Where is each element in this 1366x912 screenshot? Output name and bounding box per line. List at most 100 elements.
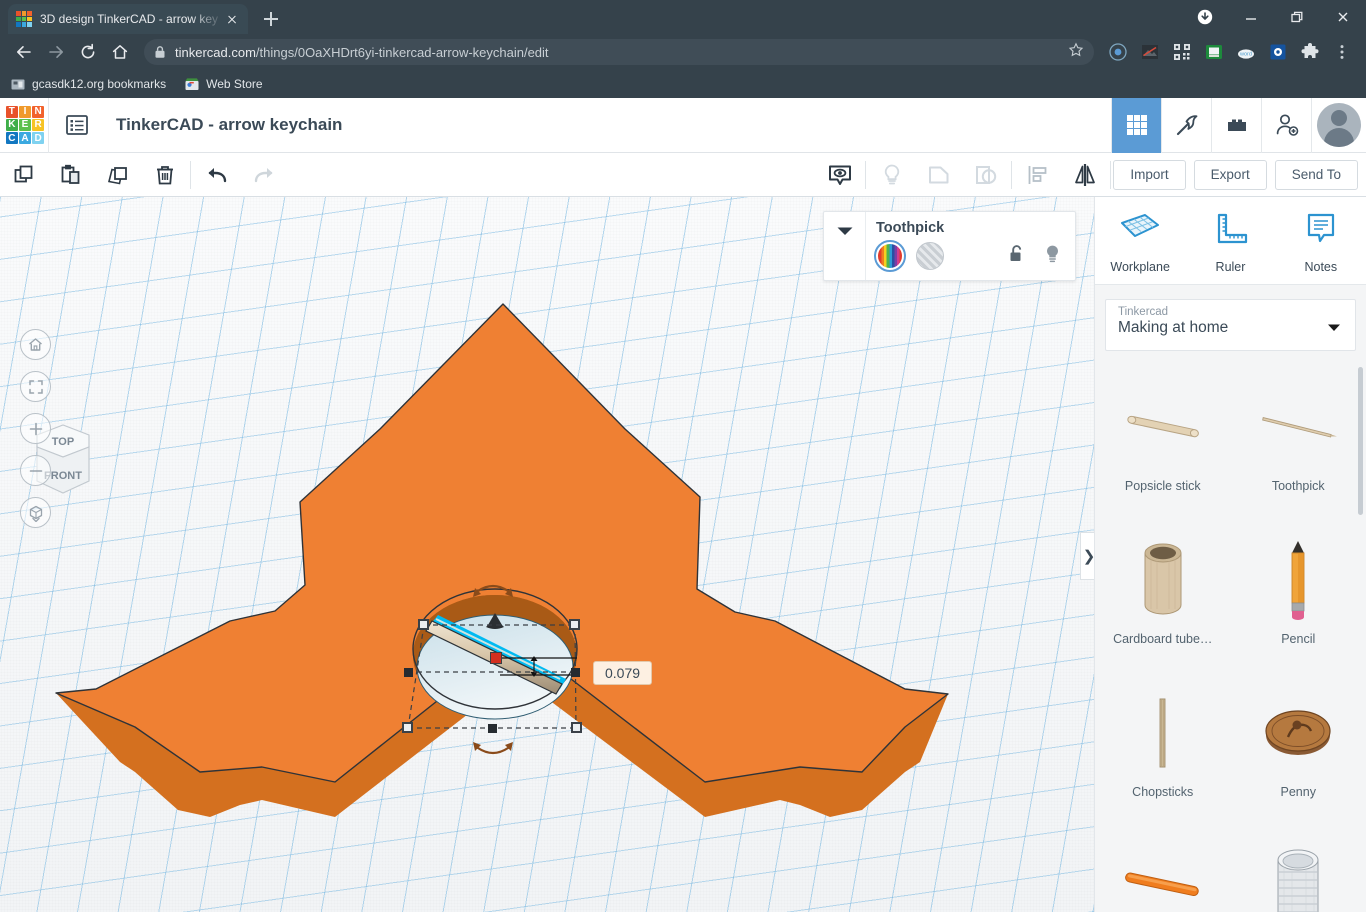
scale-handle[interactable] (402, 722, 413, 733)
maximize-icon[interactable] (1274, 0, 1320, 34)
cardboard-tube-thumb (1115, 532, 1211, 628)
delete-trash-icon[interactable] (141, 153, 188, 197)
import-button[interactable]: Import (1113, 159, 1186, 190)
download-icon[interactable] (1182, 0, 1228, 34)
record-icon[interactable] (1105, 39, 1131, 65)
logo-cell: A (19, 132, 31, 144)
sidebar-tool-ruler[interactable]: Ruler (1185, 211, 1275, 274)
three-dot-menu-icon[interactable] (1329, 39, 1355, 65)
new-tab-button[interactable] (258, 6, 284, 32)
sidebar-tool-workplane[interactable]: Workplane (1095, 211, 1185, 274)
library-item-label: Cardboard tube… (1113, 632, 1213, 646)
back-icon[interactable] (8, 36, 40, 68)
send-to-button[interactable]: Send To (1274, 159, 1358, 190)
puzzle-piece-icon[interactable] (1297, 39, 1323, 65)
tinkercad-logo[interactable]: T I N K E R C A D (2, 102, 48, 148)
add-user-icon[interactable] (1261, 97, 1311, 153)
hole-swatch[interactable] (916, 242, 944, 270)
chevron-down-icon[interactable] (824, 212, 866, 280)
solid-color-swatch[interactable] (874, 240, 906, 272)
edge-handle[interactable] (404, 668, 413, 677)
copy-icon[interactable] (0, 153, 47, 197)
close-tab-icon[interactable] (224, 11, 240, 27)
edge-handle[interactable] (571, 668, 580, 677)
library-row: Chopsticks Penny (1095, 667, 1366, 820)
tin-can-thumb (1250, 838, 1346, 912)
browser-tab-title: 3D design TinkerCAD - arrow key (40, 12, 219, 26)
save-page-icon[interactable] (1201, 39, 1227, 65)
logo-cell: N (32, 106, 44, 118)
bookmark-item-gcasdk12[interactable]: gcasdk12.org bookmarks (10, 76, 166, 92)
show-hide-eye-icon[interactable] (816, 153, 863, 197)
library-item-popsicle-stick[interactable]: Popsicle stick (1095, 361, 1231, 514)
zoom-in-icon[interactable] (20, 413, 51, 444)
grammar-icon[interactable] (1265, 39, 1291, 65)
home-icon[interactable] (104, 36, 136, 68)
tinkercad-favicon (16, 11, 32, 27)
bookmark-item-web-store[interactable]: Web Store (184, 76, 263, 92)
home-view-icon[interactable] (20, 329, 51, 360)
lego-brick-icon[interactable] (1211, 97, 1261, 153)
sidebar-scrollbar[interactable] (1358, 367, 1363, 515)
chrome-webstore-icon (184, 76, 200, 92)
shapes-library-grid[interactable]: Popsicle stick Toothpick Cardboard tube… (1095, 355, 1366, 912)
bookmark-label: gcasdk12.org bookmarks (32, 77, 167, 91)
close-icon[interactable] (1320, 0, 1366, 34)
library-item-cardboard-tube[interactable]: Cardboard tube… (1095, 514, 1231, 667)
library-item-toothpick[interactable]: Toothpick (1231, 361, 1366, 514)
address-bar[interactable]: tinkercad.com/things/0OaXHDrt6yi-tinkerc… (144, 39, 1094, 65)
scale-handle[interactable] (571, 722, 582, 733)
minimize-icon[interactable] (1228, 0, 1274, 34)
sidebar-tool-notes[interactable]: Notes (1276, 211, 1366, 274)
chopsticks-thumb (1115, 685, 1211, 781)
unlocked-padlock-icon[interactable] (1009, 244, 1026, 268)
forward-icon[interactable] (40, 36, 72, 68)
library-item-penny[interactable]: Penny (1231, 667, 1366, 820)
notes-icon (1300, 211, 1342, 254)
scale-handle[interactable] (418, 619, 429, 630)
avatar[interactable] (1311, 97, 1366, 153)
sidebar-tool-label: Ruler (1215, 260, 1246, 274)
align-icon[interactable] (1014, 153, 1061, 197)
fit-to-view-icon[interactable] (20, 371, 51, 402)
view-cube-top-label: TOP (52, 436, 74, 448)
workplane-viewport[interactable]: 0.079 TOP FRONT Edit Grid (0, 197, 1094, 912)
ruler-icon (1209, 211, 1251, 254)
list-menu-icon[interactable] (49, 98, 104, 153)
library-item-orange-straw[interactable] (1095, 820, 1231, 912)
paste-icon[interactable] (47, 153, 94, 197)
zoom-out-icon[interactable] (20, 455, 51, 486)
library-item-label: Toothpick (1271, 479, 1325, 493)
qr-code-icon[interactable] (1169, 39, 1195, 65)
library-item-chopsticks[interactable]: Chopsticks (1095, 667, 1231, 820)
blocks-grid-icon[interactable] (1111, 97, 1161, 153)
pickaxe-icon[interactable] (1161, 97, 1211, 153)
mirror-icon[interactable] (1061, 153, 1108, 197)
logo-cell: C (6, 132, 18, 144)
category-select-value: Making at home (1118, 319, 1229, 336)
logo-cell: T (6, 106, 18, 118)
edit-toolbar: Import Export Send To (0, 153, 1366, 197)
lightbulb-icon[interactable] (1044, 244, 1061, 269)
toothpick-thumb (1250, 379, 1346, 475)
browser-tab[interactable]: 3D design TinkerCAD - arrow key (8, 4, 248, 34)
screenshot-icon[interactable] (1137, 39, 1163, 65)
edge-handle[interactable] (488, 724, 497, 733)
reload-icon[interactable] (72, 36, 104, 68)
logo-cell: D (32, 132, 44, 144)
export-button[interactable]: Export (1193, 159, 1267, 190)
active-drag-handle[interactable] (490, 652, 502, 664)
sidebar-tool-label: Notes (1304, 260, 1338, 274)
duplicate-icon[interactable] (94, 153, 141, 197)
bookmark-star-icon[interactable] (1068, 42, 1084, 63)
shape-properties-panel[interactable]: Toothpick (823, 211, 1076, 281)
orange-meeple-keychain[interactable] (0, 197, 1094, 912)
tinkercad-header: T I N K E R C A D TinkerCAD - arrow keyc… (0, 97, 1366, 153)
scale-handle[interactable] (569, 619, 580, 630)
undo-icon[interactable] (193, 153, 240, 197)
library-item-pencil[interactable]: Pencil (1231, 514, 1366, 667)
library-item-tin-can[interactable] (1231, 820, 1366, 912)
word-cloud-icon[interactable]: word (1233, 39, 1259, 65)
orthographic-toggle-icon[interactable] (20, 497, 51, 528)
category-select[interactable]: Tinkercad Making at home (1105, 299, 1356, 351)
